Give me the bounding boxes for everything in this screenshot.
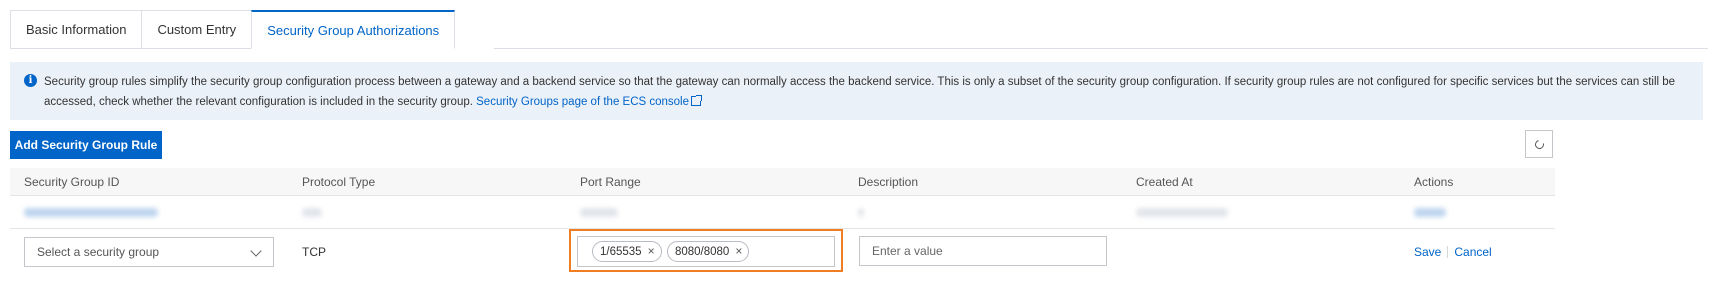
row-actions: Save Cancel xyxy=(1414,229,1492,275)
port-range-input[interactable]: 1/65535 × 8080/8080 × xyxy=(577,236,835,267)
tab-custom-entry[interactable]: Custom Entry xyxy=(141,10,252,49)
redacted-port-range xyxy=(580,208,618,217)
column-header-actions: Actions xyxy=(1414,175,1454,189)
redacted-created-at xyxy=(1136,208,1228,217)
refresh-icon xyxy=(1532,137,1546,151)
refresh-button[interactable] xyxy=(1525,130,1553,158)
save-link[interactable]: Save xyxy=(1414,245,1441,259)
description-input[interactable] xyxy=(859,236,1107,266)
action-divider xyxy=(1447,246,1449,258)
chevron-down-icon xyxy=(250,245,262,257)
notice-text: Security group rules simplify the securi… xyxy=(44,76,1676,108)
port-tag: 8080/8080 × xyxy=(666,241,750,262)
tab-divider xyxy=(494,48,1708,49)
protocol-value: TCP xyxy=(302,245,326,259)
close-icon[interactable]: × xyxy=(735,244,742,258)
column-header-security-group-id: Security Group ID xyxy=(24,175,120,189)
ecs-console-link[interactable]: Security Groups page of the ECS console xyxy=(476,95,703,108)
column-header-port-range: Port Range xyxy=(580,175,641,189)
column-header-protocol-type: Protocol Type xyxy=(302,175,376,189)
column-header-created-at: Created At xyxy=(1136,175,1193,189)
redacted-description xyxy=(858,208,864,217)
table-row xyxy=(10,196,1555,229)
info-notice: i Security group rules simplify the secu… xyxy=(10,62,1703,120)
redacted-security-group-id[interactable] xyxy=(24,208,158,217)
column-header-description: Description xyxy=(858,175,919,189)
close-icon[interactable]: × xyxy=(648,244,655,258)
port-tag-label: 1/65535 xyxy=(600,246,642,258)
tab-security-group-authorizations[interactable]: Security Group Authorizations xyxy=(251,10,456,49)
ecs-console-link-label[interactable]: Security Groups page of the ECS console xyxy=(476,96,689,108)
redacted-delete-action[interactable] xyxy=(1414,208,1446,217)
add-security-group-rule-button[interactable]: Add Security Group Rule xyxy=(10,131,162,159)
table-header: Security Group ID Protocol Type Port Ran… xyxy=(10,168,1555,196)
tab-bar: Basic Information Custom Entry Security … xyxy=(10,10,456,49)
info-icon: i xyxy=(24,74,37,87)
external-link-icon[interactable] xyxy=(691,95,703,106)
security-group-select[interactable]: Select a security group xyxy=(24,237,274,267)
table-row-edit: Select a security group TCP 1/65535 × 808… xyxy=(10,229,1555,275)
notice-paragraph: Security group rules simplify the securi… xyxy=(44,72,1689,112)
redacted-protocol xyxy=(302,208,322,217)
port-tag: 1/65535 × xyxy=(592,241,662,262)
security-group-rules-table: Security Group ID Protocol Type Port Ran… xyxy=(10,168,1555,275)
port-tag-label: 8080/8080 xyxy=(674,246,730,258)
security-group-select-placeholder: Select a security group xyxy=(37,245,160,259)
tab-basic-information[interactable]: Basic Information xyxy=(10,10,142,49)
cancel-link[interactable]: Cancel xyxy=(1454,245,1491,259)
